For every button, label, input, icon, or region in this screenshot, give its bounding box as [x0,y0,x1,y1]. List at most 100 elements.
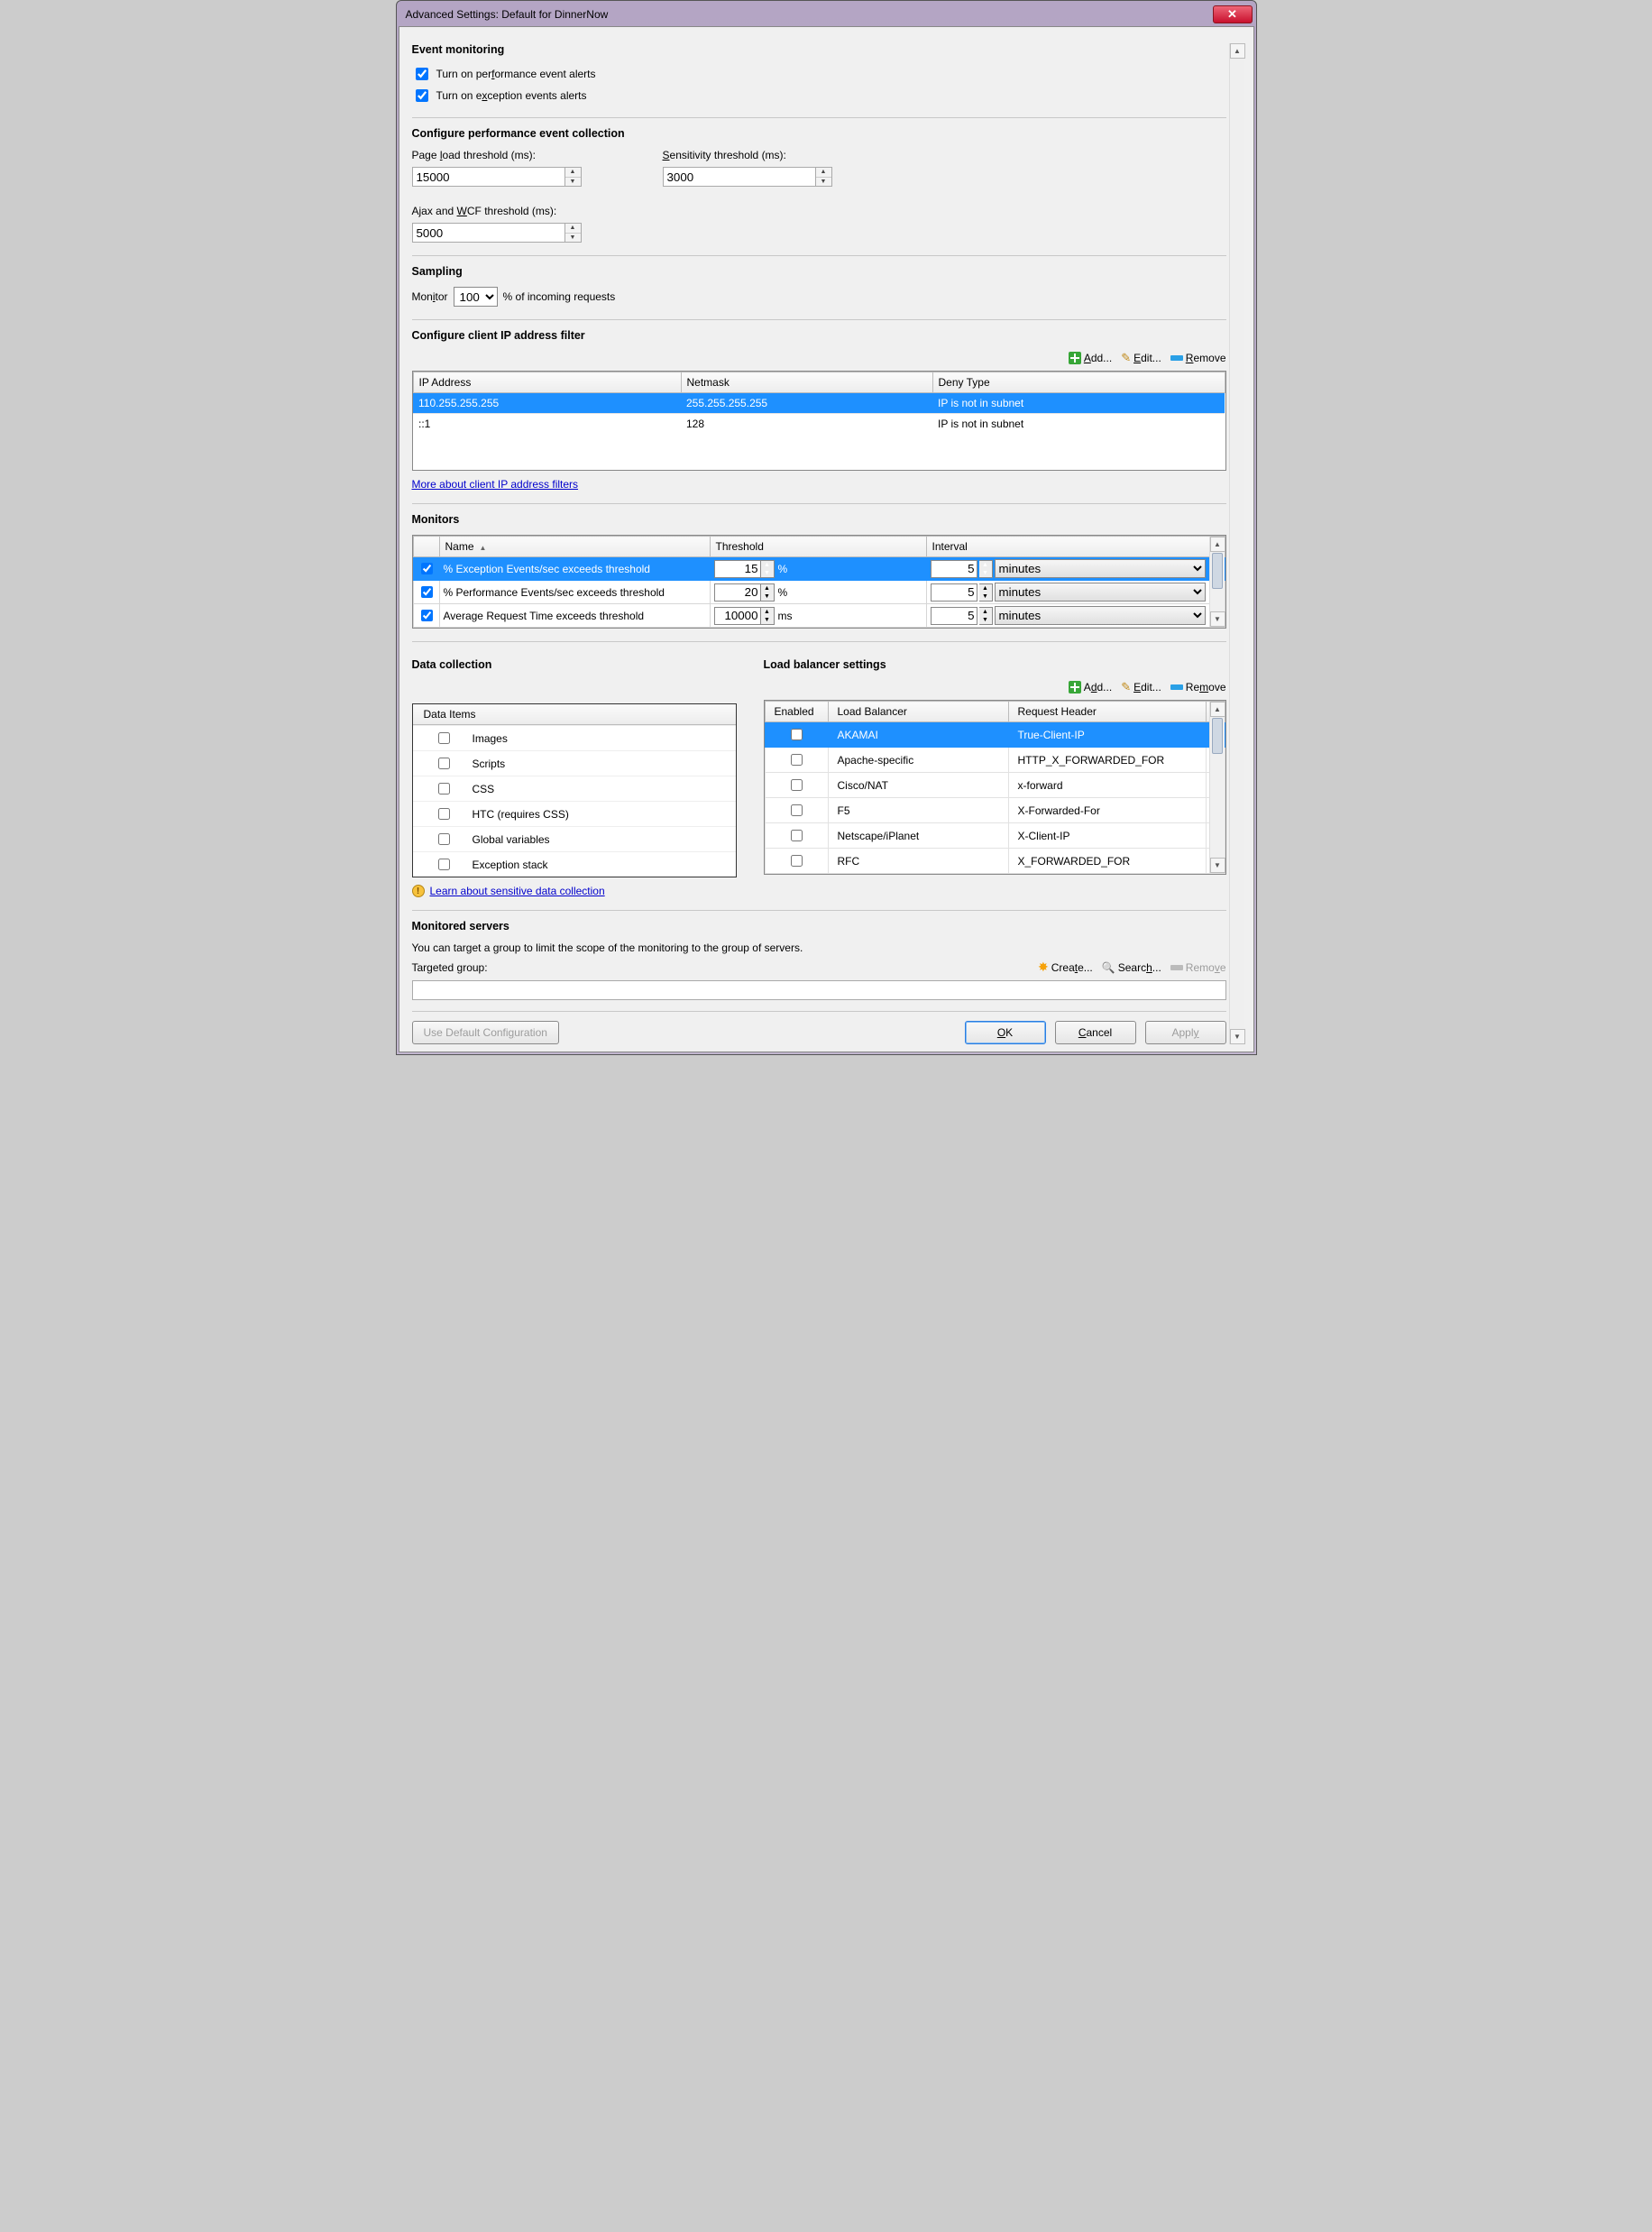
monitor-checkbox[interactable] [421,563,433,574]
cancel-button[interactable]: Cancel [1055,1021,1136,1044]
lb-enabled-checkbox[interactable] [791,754,803,766]
table-row[interactable]: Cisco/NATx-forward [765,773,1225,798]
learn-sensitive-link[interactable]: Learn about sensitive data collection [430,885,605,897]
lb-enabled-checkbox[interactable] [791,729,803,740]
data-items-list[interactable]: Data Items ImagesScriptsCSSHTC (requires… [412,703,737,877]
perf-alerts-checkbox-row[interactable]: Turn on performance event alerts [412,65,1226,83]
list-item[interactable]: CSS [413,776,736,801]
table-row[interactable]: Netscape/iPlanetX-Client-IP [765,823,1225,849]
threshold-spinner[interactable]: ▲▼ [761,607,775,625]
lb-remove-button[interactable]: Remove [1170,680,1226,694]
ajax-wcf-spinner[interactable]: ▲▼ [565,223,582,243]
interval-unit-dropdown[interactable]: minutes [995,559,1206,578]
data-item-label: HTC (requires CSS) [473,808,569,821]
list-item[interactable]: Global variables [413,826,736,851]
scroll-down-icon[interactable]: ▼ [1230,1029,1245,1044]
lb-enabled-checkbox[interactable] [791,830,803,841]
interval-unit-dropdown[interactable]: minutes [995,583,1206,602]
ok-button[interactable]: OK [965,1021,1046,1044]
interval-spinner[interactable]: ▲▼ [979,583,993,602]
data-item-checkbox[interactable] [438,732,450,744]
lb-add-button[interactable]: Add... [1069,680,1112,694]
interval-input[interactable] [931,560,977,578]
ip-remove-button[interactable]: Remove [1170,351,1226,365]
ip-add-button[interactable]: Add... [1069,351,1112,365]
titlebar[interactable]: Advanced Settings: Default for DinnerNow… [399,3,1254,26]
table-row[interactable]: 110.255.255.255255.255.255.255IP is not … [413,393,1225,414]
sensitivity-input[interactable] [663,167,816,187]
col-ip[interactable]: IP Address [413,372,681,393]
table-row[interactable]: AKAMAITrue-Client-IP [765,722,1225,748]
close-button[interactable]: ✕ [1213,5,1253,23]
lb-grid[interactable]: Enabled Load Balancer Request Header AKA… [764,700,1226,875]
monitors-grid[interactable]: Name ▲ Threshold Interval % Exception Eve… [412,535,1226,629]
data-item-checkbox[interactable] [438,783,450,795]
lb-scrollbar[interactable]: ▲ ▼ [1209,702,1225,873]
lb-edit-button[interactable]: Edit... [1121,680,1161,694]
col-lb-enabled[interactable]: Enabled [765,702,828,722]
data-item-checkbox[interactable] [438,859,450,870]
table-row[interactable]: % Exception Events/sec exceeds threshold… [413,557,1225,581]
table-row[interactable]: Apache-specificHTTP_X_FORWARDED_FOR [765,748,1225,773]
data-item-label: Exception stack [473,859,548,871]
interval-input[interactable] [931,583,977,602]
table-row[interactable]: ::1128IP is not in subnet [413,414,1225,435]
col-lb-header[interactable]: Request Header [1008,702,1206,722]
monitor-checkbox[interactable] [421,610,433,621]
lb-enabled-checkbox[interactable] [791,804,803,816]
table-row[interactable]: % Performance Events/sec exceeds thresho… [413,581,1225,604]
data-item-checkbox[interactable] [438,833,450,845]
targeted-group-input[interactable] [412,980,1226,1000]
col-deny[interactable]: Deny Type [932,372,1225,393]
search-button[interactable]: Search... [1102,961,1161,974]
data-item-checkbox[interactable] [438,808,450,820]
threshold-input[interactable] [714,607,761,625]
scroll-down-icon[interactable]: ▼ [1210,611,1225,627]
threshold-input[interactable] [714,560,761,578]
ajax-wcf-input[interactable] [412,223,565,243]
page-load-spinner[interactable]: ▲▼ [565,167,582,187]
scroll-up-icon[interactable]: ▲ [1230,43,1245,59]
main-scrollbar[interactable]: ▲ ▼ [1229,43,1244,1044]
table-row[interactable]: RFCX_FORWARDED_FOR [765,849,1225,874]
table-row[interactable]: Average Request Time exceeds threshold ▲… [413,604,1225,628]
list-item[interactable]: Scripts [413,750,736,776]
create-button[interactable]: Create... [1038,960,1093,975]
ip-filter-grid[interactable]: IP Address Netmask Deny Type 110.255.255… [412,371,1226,471]
data-item-label: Scripts [473,758,506,770]
scroll-up-icon[interactable]: ▲ [1210,702,1225,717]
ip-more-link[interactable]: More about client IP address filters [412,478,579,491]
list-item[interactable]: Images [413,725,736,750]
col-lb-name[interactable]: Load Balancer [828,702,1008,722]
monitors-scrollbar[interactable]: ▲ ▼ [1209,537,1225,627]
exc-alerts-checkbox[interactable] [416,89,428,102]
list-item[interactable]: Exception stack [413,851,736,877]
list-item[interactable]: HTC (requires CSS) [413,801,736,826]
threshold-input[interactable] [714,583,761,602]
interval-input[interactable] [931,607,977,625]
monitor-checkbox[interactable] [421,586,433,598]
col-mon-name[interactable]: Name [445,540,474,553]
window-title: Advanced Settings: Default for DinnerNow [400,8,1213,21]
page-load-input[interactable] [412,167,565,187]
interval-spinner[interactable]: ▲▼ [979,607,993,625]
scroll-up-icon[interactable]: ▲ [1210,537,1225,552]
interval-spinner[interactable]: ▲▼ [979,560,993,578]
data-item-checkbox[interactable] [438,758,450,769]
scroll-down-icon[interactable]: ▼ [1210,858,1225,873]
lb-enabled-checkbox[interactable] [791,779,803,791]
interval-unit-dropdown[interactable]: minutes [995,606,1206,625]
col-mon-interval[interactable]: Interval [926,537,1209,557]
col-mon-threshold[interactable]: Threshold [710,537,926,557]
threshold-spinner[interactable]: ▲▼ [761,583,775,602]
col-netmask[interactable]: Netmask [681,372,932,393]
lb-enabled-checkbox[interactable] [791,855,803,867]
data-item-label: CSS [473,783,495,795]
sampling-dropdown[interactable]: 100 [454,287,498,307]
threshold-spinner[interactable]: ▲▼ [761,560,775,578]
ip-edit-button[interactable]: Edit... [1121,351,1161,365]
sensitivity-spinner[interactable]: ▲▼ [816,167,832,187]
perf-alerts-checkbox[interactable] [416,68,428,80]
exc-alerts-checkbox-row[interactable]: Turn on exception events alerts [412,87,1226,105]
table-row[interactable]: F5X-Forwarded-For [765,798,1225,823]
